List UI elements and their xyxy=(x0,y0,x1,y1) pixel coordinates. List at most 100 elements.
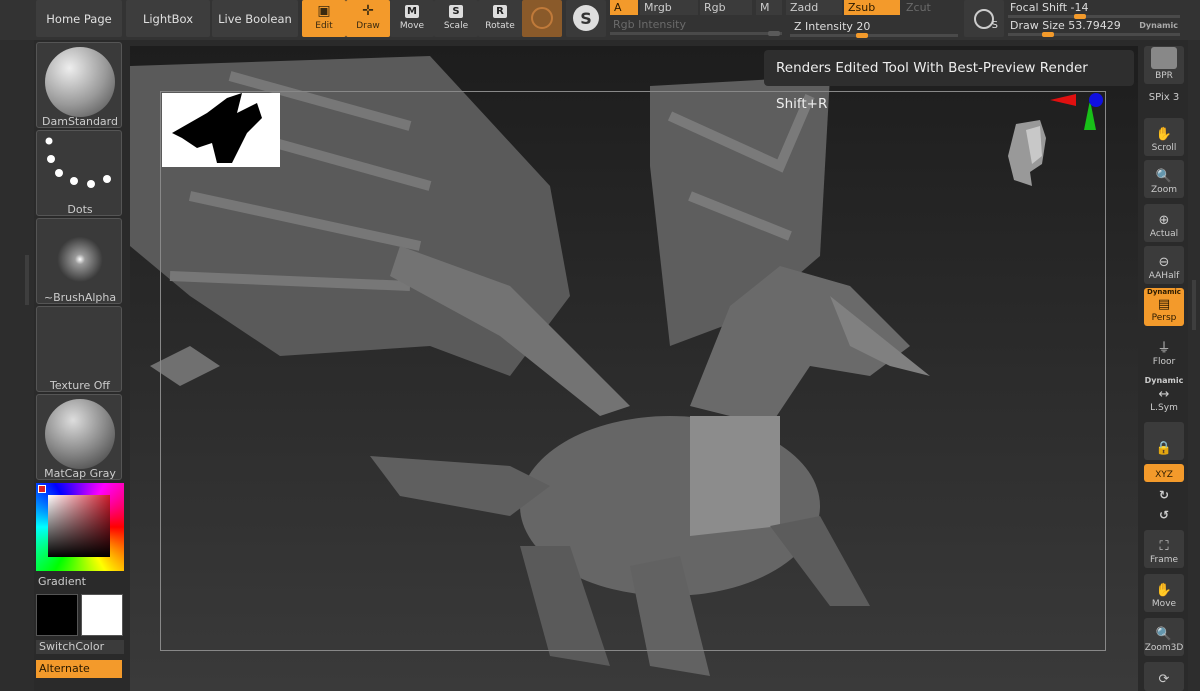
orientation-head-gizmo[interactable] xyxy=(1006,116,1056,196)
scale-button[interactable]: S Scale xyxy=(434,0,478,37)
mrgb-button[interactable]: Mrgb xyxy=(640,0,698,15)
left-dock-grip[interactable] xyxy=(25,255,29,305)
saturation-square[interactable] xyxy=(48,495,110,557)
canvas-viewport[interactable] xyxy=(130,46,1138,691)
right-dock-grip[interactable] xyxy=(1192,280,1196,330)
live-boolean-label: Live Boolean xyxy=(218,11,292,26)
axis-gizmo[interactable] xyxy=(1050,90,1110,150)
z-intensity-label: Z Intensity 20 xyxy=(794,20,871,33)
move-view-button[interactable]: ✋ Move xyxy=(1144,574,1184,612)
main-color-swatch[interactable] xyxy=(36,594,78,636)
zoom3d-icon: 🔍 xyxy=(1155,627,1173,642)
persp-label: Persp xyxy=(1151,313,1177,323)
lightbox-button[interactable]: LightBox xyxy=(126,0,210,37)
s-label: S xyxy=(991,20,998,31)
zoom3d-label: Zoom3D xyxy=(1144,643,1184,653)
brush-alpha-icon xyxy=(45,223,115,289)
aahalf-button[interactable]: ⊖ AAHalf xyxy=(1144,246,1184,284)
home-page-button[interactable]: Home Page xyxy=(36,0,122,37)
z-intensity-knob[interactable] xyxy=(856,33,868,38)
right-dock-strip xyxy=(1188,40,1200,691)
move-label: Move xyxy=(399,21,425,31)
draw-size-slider[interactable]: Draw Size 53.79429 Dynamic xyxy=(1008,18,1180,37)
rotate-z-icon[interactable]: ↺ xyxy=(1140,508,1188,522)
spix-slider[interactable]: SPix 3 xyxy=(1140,92,1188,103)
m-button[interactable]: M xyxy=(756,0,782,15)
draw-size-track xyxy=(1008,33,1180,36)
a-label: A xyxy=(614,1,622,14)
rgb-intensity-slider[interactable]: Rgb Intensity xyxy=(610,17,782,36)
color-picker[interactable] xyxy=(36,483,124,571)
brush-swatch[interactable]: DamStandard xyxy=(36,42,122,128)
alternate-button[interactable]: Alternate xyxy=(36,660,122,678)
lock-icon: 🔒 xyxy=(1155,441,1173,456)
axis-arrows-icon xyxy=(1050,93,1103,130)
rotate-label: Rotate xyxy=(485,21,515,31)
actual-button[interactable]: ⊕ Actual xyxy=(1144,204,1184,242)
zcut-button[interactable]: Zcut xyxy=(902,0,958,15)
scroll-button[interactable]: ✋ Scroll xyxy=(1144,118,1184,156)
bpr-icon xyxy=(1151,47,1177,69)
scale-icon: S xyxy=(449,5,463,18)
secondary-color-swatch[interactable] xyxy=(81,594,123,636)
draw-size-label: Draw Size 53.79429 xyxy=(1010,19,1121,32)
left-dock-strip xyxy=(0,40,34,691)
frame-button[interactable]: ⛶ Frame xyxy=(1144,530,1184,568)
alpha-label: ~BrushAlpha xyxy=(43,291,117,304)
stroke-swatch[interactable]: Dots xyxy=(36,130,122,216)
rotate-icon: R xyxy=(493,5,507,18)
rotate-y-icon[interactable]: ↻ xyxy=(1140,488,1188,502)
xyz-button[interactable]: XYZ xyxy=(1144,464,1184,482)
frame-label: Frame xyxy=(1149,555,1179,565)
gradient-label[interactable]: Gradient xyxy=(38,575,124,589)
lsym-button[interactable]: ↔ L.Sym xyxy=(1144,384,1184,416)
zoom3d-button[interactable]: 🔍 Zoom3D xyxy=(1144,618,1184,656)
color-indicator xyxy=(38,485,46,493)
symmetry-arrows-icon: ↔ xyxy=(1158,387,1170,402)
focal-shift-slider[interactable]: Focal Shift -14 xyxy=(1008,0,1180,19)
zadd-button[interactable]: Zadd xyxy=(786,0,842,15)
m-label: M xyxy=(760,1,770,14)
zsub-button[interactable]: Zsub xyxy=(844,0,900,15)
dots-stroke-icon xyxy=(45,137,111,188)
draw-size-knob[interactable] xyxy=(1042,32,1054,37)
persp-button[interactable]: Dynamic ▤ Persp xyxy=(1144,288,1184,326)
top-toolbar: Home Page LightBox Live Boolean ▣ Edit ✛… xyxy=(0,0,1200,40)
document-frame xyxy=(160,91,1106,651)
floor-button[interactable]: ⏚ Floor xyxy=(1144,332,1184,370)
material-swatch[interactable]: MatCap Gray xyxy=(36,394,122,480)
rgb-button[interactable]: Rgb xyxy=(700,0,752,15)
move-button[interactable]: M Move xyxy=(390,0,434,37)
dynamic-label: Dynamic xyxy=(1139,21,1178,30)
z-intensity-slider[interactable]: Z Intensity 20 xyxy=(790,19,958,38)
material-swatch-button[interactable] xyxy=(522,0,562,37)
move-icon: M xyxy=(405,5,419,18)
local-button[interactable]: 🔒 xyxy=(1144,422,1184,460)
matcap-gray-icon xyxy=(45,399,115,469)
edit-label: Edit xyxy=(315,21,333,31)
move-view-label: Move xyxy=(1151,599,1177,609)
rotate-view-icon: ⟳ xyxy=(1158,672,1170,687)
rotate-view-button[interactable]: ⟳ xyxy=(1144,662,1184,691)
bpr-button[interactable]: BPR xyxy=(1144,46,1184,84)
hand-icon: ✋ xyxy=(1155,127,1173,142)
alpha-swatch[interactable]: ~BrushAlpha xyxy=(36,218,122,304)
rotate-button[interactable]: R Rotate xyxy=(478,0,522,37)
zsub-label: Zsub xyxy=(848,1,876,14)
edit-icon: ▣ xyxy=(317,3,331,19)
a-button[interactable]: A xyxy=(610,0,638,15)
draw-button[interactable]: ✛ Draw xyxy=(346,0,390,37)
rgb-intensity-track xyxy=(610,32,782,35)
live-boolean-button[interactable]: Live Boolean xyxy=(212,0,298,37)
sculptris-button[interactable]: S xyxy=(566,0,606,37)
material-label: MatCap Gray xyxy=(44,467,116,480)
edit-button[interactable]: ▣ Edit xyxy=(302,0,346,37)
navigator-thumbnail[interactable] xyxy=(162,93,280,167)
zoom-button[interactable]: 🔍 Zoom xyxy=(1144,160,1184,198)
head-gizmo-icon xyxy=(1008,120,1046,186)
texture-swatch[interactable]: Texture Off xyxy=(36,306,122,392)
switch-color-button[interactable]: SwitchColor xyxy=(36,640,124,654)
spotlight-button[interactable]: S xyxy=(964,0,1004,37)
right-shelf: BPR SPix 3 ✋ Scroll 🔍 Zoom ⊕ Actual ⊖ AA… xyxy=(1140,40,1188,691)
rgb-intensity-knob[interactable] xyxy=(768,31,780,36)
